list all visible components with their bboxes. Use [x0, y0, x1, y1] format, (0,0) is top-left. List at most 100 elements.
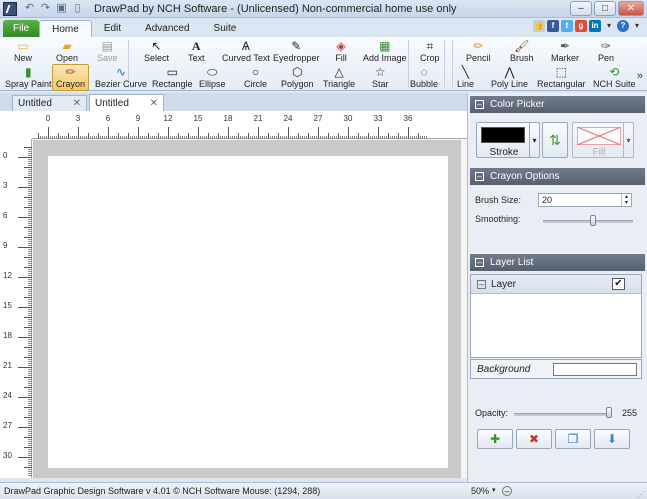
tab-advanced[interactable]: Advanced — [133, 20, 201, 37]
crayon-button[interactable]: ✏ Crayon — [52, 64, 90, 91]
like-icon[interactable]: 👍 — [533, 20, 545, 32]
maximize-button[interactable]: □ — [594, 1, 616, 16]
select-button[interactable]: ↖ Select — [144, 39, 169, 64]
brush-size-spinner[interactable]: ▴ ▾ — [621, 194, 631, 206]
smoothing-slider[interactable] — [543, 220, 633, 223]
new-button[interactable]: ▭ New — [14, 39, 32, 64]
ruler-label: 0 — [45, 114, 51, 123]
bezier-curve-button[interactable]: ∿ Bezier Curve — [95, 65, 147, 90]
ruler-label: 30 — [343, 114, 353, 123]
collapse-icon[interactable]: – — [475, 258, 484, 267]
tab-home[interactable]: Home — [39, 20, 92, 37]
resize-grip-icon[interactable]: ⋰ — [637, 487, 645, 499]
star-button[interactable]: ☆ Star — [372, 65, 389, 90]
ribbon-more-icon[interactable]: » — [637, 70, 643, 82]
delete-layer-button[interactable]: ✖ — [516, 429, 552, 449]
fill-color-picker[interactable]: Fill ▾ — [572, 122, 634, 158]
close-button[interactable]: ✕ — [618, 1, 644, 16]
crayon-options-header[interactable]: – Crayon Options — [470, 168, 645, 185]
layer-row[interactable]: – Layer ✔ — [471, 275, 641, 294]
crop-button[interactable]: ⌗ Crop — [420, 39, 440, 64]
color-picker-header[interactable]: – Color Picker — [470, 96, 645, 113]
dropdown-arrow-icon[interactable]: ▾ — [603, 20, 615, 32]
facebook-icon[interactable]: f — [547, 20, 559, 32]
brush-icon: 🖌 — [514, 39, 530, 53]
tab-edit[interactable]: Edit — [92, 20, 133, 37]
status-bar: DrawPad Graphic Design Software v 4.01 ©… — [0, 482, 647, 499]
new-file-icon: ▭ — [17, 39, 29, 53]
poly-line-button[interactable]: ⋀ Poly Line — [491, 65, 528, 90]
triangle-button[interactable]: △ Triangle — [323, 65, 355, 90]
vertical-ruler: 0 3 6 9 12 15 18 21 24 27 30 — [0, 139, 32, 478]
stroke-color-picker[interactable]: Stroke ▾ — [476, 122, 540, 158]
help-dropdown-icon[interactable]: ▾ — [631, 20, 643, 32]
close-tab-icon[interactable]: ✕ — [73, 98, 81, 109]
ruler-label: 9 — [135, 114, 141, 123]
tab-file[interactable]: File — [3, 20, 40, 37]
bezier-curve-icon: ∿ — [115, 65, 127, 79]
layer-list: – Layer ✔ — [470, 274, 642, 358]
eyedropper-button[interactable]: ✎ Eyedropper — [273, 39, 320, 64]
undo-icon[interactable]: ↶ — [23, 2, 36, 15]
canvas-area: 0 3 6 9 12 15 18 21 24 27 30 33 36 0 3 6 9 12 15 18 21 24 27 3… — [0, 111, 467, 478]
merge-layer-button[interactable]: ⬇ — [594, 429, 630, 449]
collapse-icon[interactable]: – — [475, 100, 484, 109]
ruler-label: 18 — [223, 114, 233, 123]
opacity-slider-thumb[interactable] — [606, 407, 612, 418]
collapse-layer-icon[interactable]: – — [477, 280, 486, 289]
circle-icon: ○ — [251, 65, 260, 79]
spray-paint-button[interactable]: ▮ Spray Paint — [5, 65, 52, 90]
line-button[interactable]: ╲ Line — [457, 65, 474, 90]
circle-button[interactable]: ○ Circle — [244, 65, 267, 90]
open-button[interactable]: ▰ Open — [56, 39, 78, 64]
duplicate-layer-button[interactable]: ❐ — [555, 429, 591, 449]
quick-access-toolbar: ↶ ↷ ▣ ▯ — [23, 2, 84, 15]
swap-colors-button[interactable]: ⇅ — [542, 122, 568, 158]
curved-text-button[interactable]: Ѧ Curved Text — [222, 39, 270, 64]
minimize-button[interactable]: – — [570, 1, 592, 16]
curved-text-icon: Ѧ — [241, 39, 250, 53]
tab-suite[interactable]: Suite — [202, 20, 249, 37]
linkedin-icon[interactable]: in — [589, 20, 601, 32]
polygon-button[interactable]: ⬡ Polygon — [281, 65, 314, 90]
add-layer-button[interactable]: ✚ — [477, 429, 513, 449]
ruler-label: 6 — [105, 114, 111, 123]
nch-suite-button[interactable]: ⟲ NCH Suite — [593, 65, 636, 90]
layer-list-header[interactable]: – Layer List — [470, 254, 645, 271]
fill-button[interactable]: ◈ Fill — [333, 39, 349, 64]
fill-dropdown-icon[interactable]: ▾ — [623, 123, 633, 157]
save-button[interactable]: ▤ Save — [97, 39, 118, 64]
rectangle-button[interactable]: ▭ Rectangle — [152, 65, 193, 90]
help-icon[interactable]: ? — [617, 20, 629, 32]
save-icon: ▤ — [101, 39, 113, 53]
background-color-swatch[interactable] — [553, 363, 637, 376]
rectangular-select-button[interactable]: ⬚ Rectangular — [537, 65, 586, 90]
stroke-dropdown-icon[interactable]: ▾ — [529, 123, 539, 157]
collapse-icon[interactable]: – — [475, 172, 484, 181]
bubble-button[interactable]: ◌ Bubble — [410, 65, 438, 90]
quick-save-icon[interactable]: ▣ — [55, 2, 68, 15]
brush-button[interactable]: 🖌 Brush — [510, 39, 534, 64]
zoom-dropdown-icon[interactable]: ▾ — [492, 483, 496, 499]
redo-icon[interactable]: ↷ — [39, 2, 52, 15]
pen-button[interactable]: ✑ Pen — [598, 39, 614, 64]
ruler-label: 12 — [163, 114, 173, 123]
opacity-slider[interactable] — [514, 413, 612, 416]
document-tab[interactable]: Untitled ✕ — [12, 95, 87, 111]
close-tab-icon[interactable]: ✕ — [150, 98, 158, 109]
ellipse-button[interactable]: ⬭ Ellipse — [199, 65, 226, 90]
zoom-level[interactable]: 50% — [471, 483, 489, 499]
drawing-canvas[interactable] — [48, 156, 448, 468]
brush-size-input[interactable]: 20 ▴ ▾ — [538, 193, 632, 207]
document-tab-active[interactable]: Untitled ✕ — [89, 94, 164, 111]
smoothing-slider-thumb[interactable] — [589, 215, 596, 226]
twitter-icon[interactable]: t — [561, 20, 573, 32]
googleplus-icon[interactable]: g — [575, 20, 587, 32]
marker-button[interactable]: ✒ Marker — [551, 39, 579, 64]
layer-visibility-checkbox[interactable]: ✔ — [612, 278, 625, 290]
text-button[interactable]: A Text — [188, 39, 205, 64]
add-image-button[interactable]: ▦ Add Image — [363, 39, 407, 64]
pencil-button[interactable]: ✏ Pencil — [466, 39, 491, 64]
quick-new-icon[interactable]: ▯ — [71, 2, 84, 15]
zoom-out-icon[interactable]: – — [502, 486, 512, 496]
